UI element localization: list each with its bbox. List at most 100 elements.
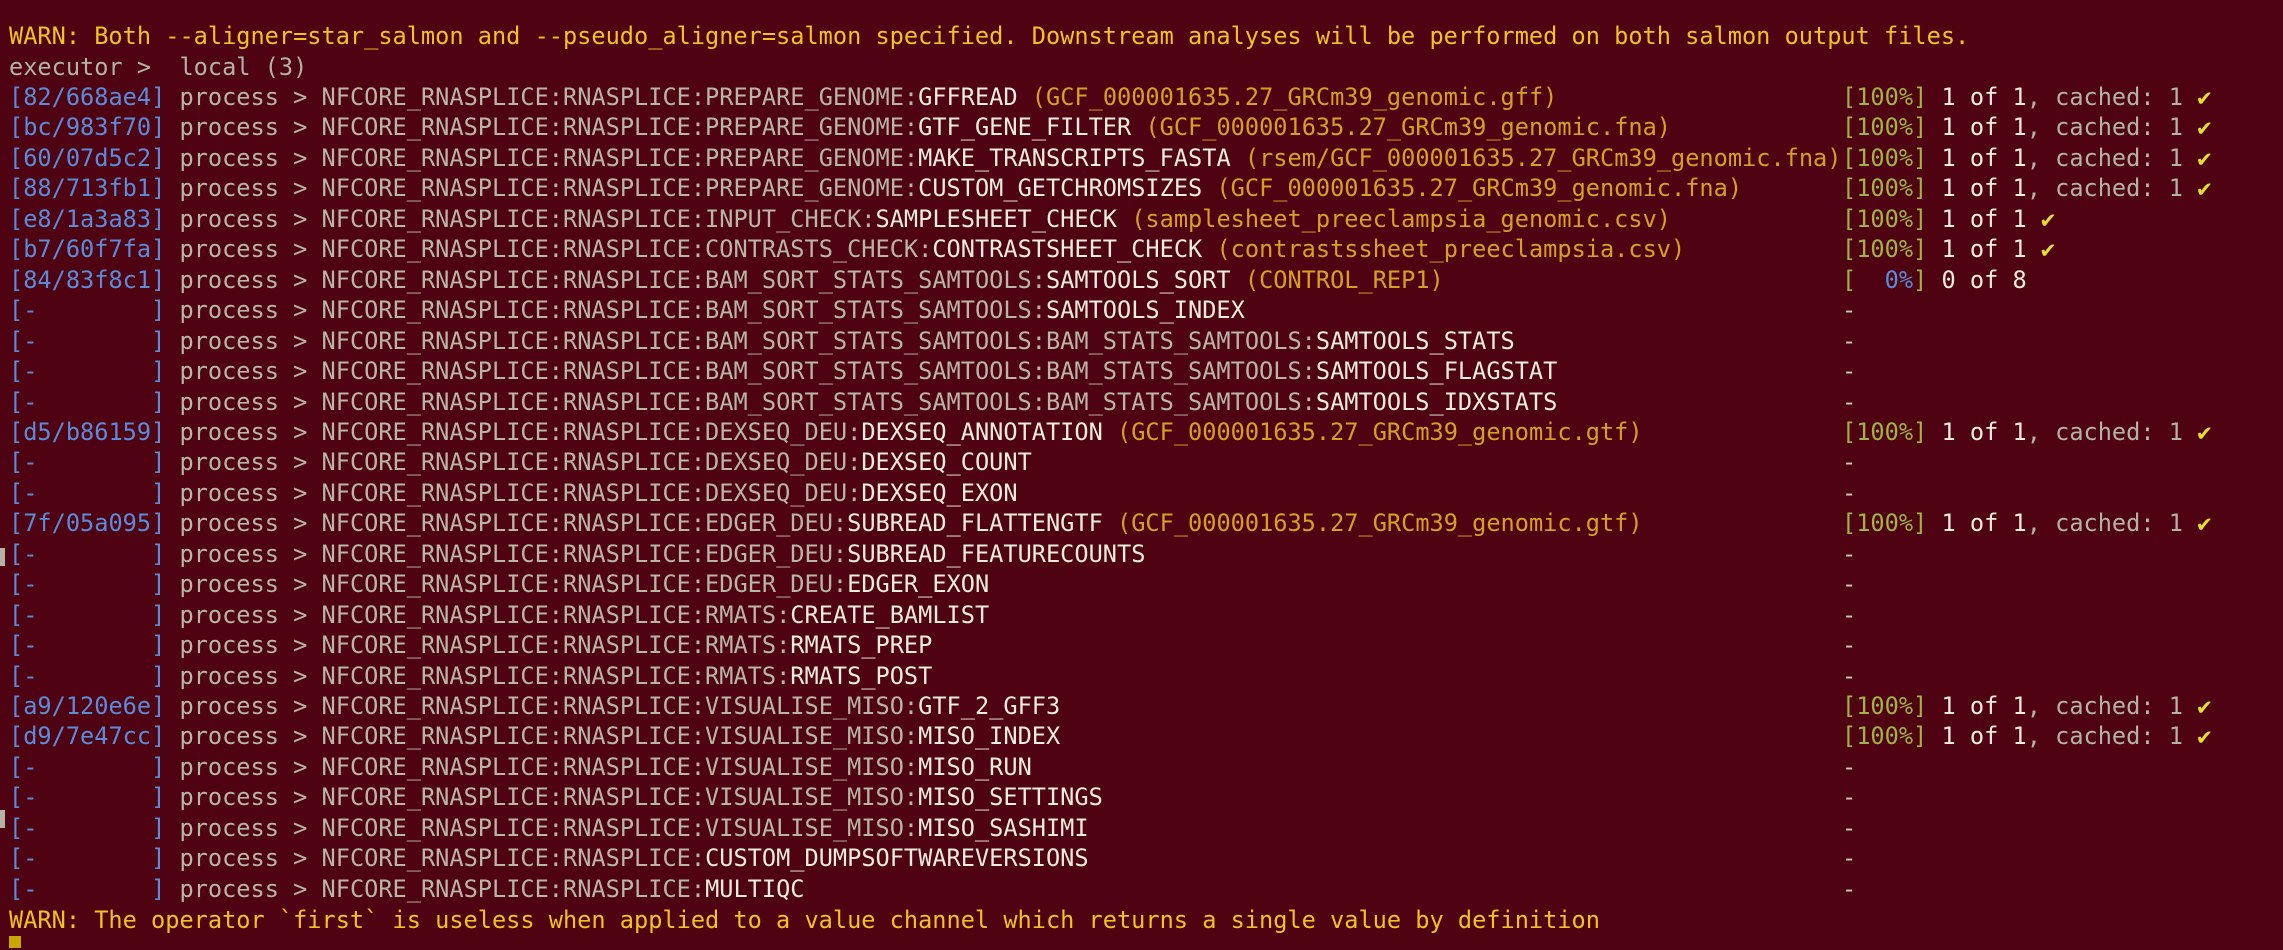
check-icon: ✔: [2197, 509, 2212, 538]
process-arrow: process >: [179, 265, 322, 294]
task-hash: -: [23, 387, 152, 416]
process-row: [- ] process > NFCORE_RNASPLICE:RNASPLIC…: [9, 752, 1032, 783]
percent-complete: 100%: [1856, 235, 1914, 264]
percent-complete: 100%: [1856, 83, 1914, 111]
hash-bracket-close: ]: [151, 326, 180, 355]
process-row: [- ] process > NFCORE_RNASPLICE:RNASPLIC…: [9, 478, 1018, 509]
process-status: [100%] 1 of 1, cached: 1 ✔: [1842, 82, 2211, 113]
process-status: -: [1842, 661, 1856, 692]
process-row: [- ] process > NFCORE_RNASPLICE:RNASPLIC…: [9, 630, 932, 661]
task-hash: 84/83f8c1: [23, 265, 152, 294]
percent-bracket-close: ]: [1913, 722, 1942, 751]
process-row: [- ] process > NFCORE_RNASPLICE:RNASPLIC…: [9, 356, 1557, 387]
terminal-window[interactable]: WARN: Both --aligner=star_salmon and --p…: [0, 0, 2283, 950]
scrollbar-mark: [0, 548, 5, 566]
hash-bracket-open: [: [9, 113, 24, 142]
hash-bracket-open: [: [9, 296, 24, 325]
process-name: SAMTOOLS_FLAGSTAT: [1315, 357, 1558, 386]
process-path: NFCORE_RNASPLICE:RNASPLICE:VISUALISE_MIS…: [321, 752, 919, 781]
process-path: NFCORE_RNASPLICE:RNASPLICE:VISUALISE_MIS…: [321, 722, 919, 751]
hash-bracket-close: ]: [151, 692, 180, 720]
process-path: NFCORE_RNASPLICE:RNASPLICE:EDGER_DEU:: [321, 509, 848, 538]
process-arrow: process >: [179, 204, 322, 233]
cached-count: , cached: 1: [2026, 113, 2183, 142]
process-arrow: process >: [179, 478, 322, 507]
process-status: [100%] 1 of 1, cached: 1 ✔: [1842, 112, 2211, 143]
process-arrow: process >: [179, 722, 322, 751]
process-arrow: process >: [179, 509, 322, 538]
process-name: GFFREAD: [918, 83, 1018, 111]
process-name: MAKE_TRANSCRIPTS_FASTA: [918, 143, 1231, 172]
cached-count: , cached: 1: [2026, 143, 2183, 172]
process-arrow: process >: [179, 387, 322, 416]
hash-bracket-close: ]: [151, 478, 180, 507]
task-counts: 1 of 1: [1941, 83, 2027, 111]
percent-bracket-close: ]: [1913, 417, 1942, 446]
percent-complete: 100%: [1856, 692, 1914, 720]
process-status: -: [1842, 326, 1856, 357]
task-counts: 1 of 1: [1941, 235, 2027, 264]
cached-count: , cached: 1: [2026, 692, 2183, 720]
process-arrow: process >: [179, 844, 322, 873]
task-hash: 60/07d5c2: [23, 143, 152, 172]
process-row: [- ] process > NFCORE_RNASPLICE:RNASPLIC…: [9, 782, 1103, 813]
check-icon: ✔: [2197, 174, 2212, 203]
process-path: NFCORE_RNASPLICE:RNASPLICE:INPUT_CHECK:: [321, 204, 876, 233]
percent-bracket-open: [: [1842, 265, 1857, 294]
process-path: NFCORE_RNASPLICE:RNASPLICE:DEXSEQ_DEU:: [321, 478, 862, 507]
pending-dash: -: [1842, 387, 1857, 416]
process-tag: (GCF_000001635.27_GRCm39_genomic.gff): [1031, 83, 1558, 111]
process-arrow: process >: [179, 235, 322, 264]
hash-bracket-open: [: [9, 813, 24, 842]
pending-dash: -: [1842, 752, 1857, 781]
process-arrow: process >: [179, 174, 322, 203]
process-arrow: process >: [179, 326, 322, 355]
process-row: [- ] process > NFCORE_RNASPLICE:RNASPLIC…: [9, 387, 1557, 418]
process-arrow: process >: [179, 661, 322, 690]
task-counts: 1 of 1: [1941, 143, 2027, 172]
process-name: SAMTOOLS_SORT: [1045, 265, 1231, 294]
hash-bracket-close: ]: [151, 357, 180, 386]
hash-bracket-close: ]: [151, 265, 180, 294]
hash-bracket-close: ]: [151, 235, 180, 264]
task-hash: -: [23, 874, 152, 903]
process-arrow: process >: [179, 874, 322, 903]
process-tag: (GCF_000001635.27_GRCm39_genomic.fna): [1145, 113, 1672, 142]
process-status: [100%] 1 of 1, cached: 1 ✔: [1842, 508, 2211, 539]
hash-bracket-close: ]: [151, 661, 180, 690]
task-hash: -: [23, 448, 152, 477]
process-path: NFCORE_RNASPLICE:RNASPLICE:RMATS:: [321, 600, 791, 629]
process-status: -: [1842, 387, 1856, 418]
process-name: SAMTOOLS_STATS: [1315, 326, 1515, 355]
task-hash: -: [23, 600, 152, 629]
process-path: NFCORE_RNASPLICE:RNASPLICE:EDGER_DEU:: [321, 570, 848, 599]
hash-bracket-open: [: [9, 509, 24, 538]
process-row: [- ] process > NFCORE_RNASPLICE:RNASPLIC…: [9, 843, 1089, 874]
task-hash: -: [23, 813, 152, 842]
hash-bracket-close: ]: [151, 387, 180, 416]
hash-bracket-open: [: [9, 174, 24, 203]
process-name: CUSTOM_DUMPSOFTWAREVERSIONS: [705, 844, 1089, 873]
cached-count: , cached: 1: [2026, 722, 2183, 751]
percent-bracket-open: [: [1842, 113, 1857, 142]
process-path: NFCORE_RNASPLICE:RNASPLICE:VISUALISE_MIS…: [321, 783, 919, 812]
percent-bracket-open: [: [1842, 204, 1857, 233]
process-path: NFCORE_RNASPLICE:RNASPLICE:VISUALISE_MIS…: [321, 813, 919, 842]
process-name: CUSTOM_GETCHROMSIZES: [918, 174, 1203, 203]
pending-dash: -: [1842, 326, 1857, 355]
check-icon: ✔: [2040, 235, 2056, 264]
percent-complete: 100%: [1856, 204, 1914, 233]
percent-bracket-open: [: [1842, 417, 1857, 446]
process-arrow: process >: [179, 692, 322, 720]
process-row: [82/668ae4] process > NFCORE_RNASPLICE:R…: [9, 82, 1557, 113]
process-name: DEXSEQ_COUNT: [861, 448, 1032, 477]
process-arrow: process >: [179, 448, 322, 477]
hash-bracket-close: ]: [151, 844, 180, 873]
task-hash: -: [23, 631, 152, 660]
percent-bracket-close: ]: [1913, 174, 1942, 203]
cached-count: , cached: 1: [2026, 83, 2183, 111]
task-hash: a9/120e6e: [23, 692, 152, 720]
process-row: [- ] process > NFCORE_RNASPLICE:RNASPLIC…: [9, 569, 989, 600]
process-name: DEXSEQ_EXON: [861, 478, 1018, 507]
process-name: MISO_SETTINGS: [918, 783, 1103, 812]
